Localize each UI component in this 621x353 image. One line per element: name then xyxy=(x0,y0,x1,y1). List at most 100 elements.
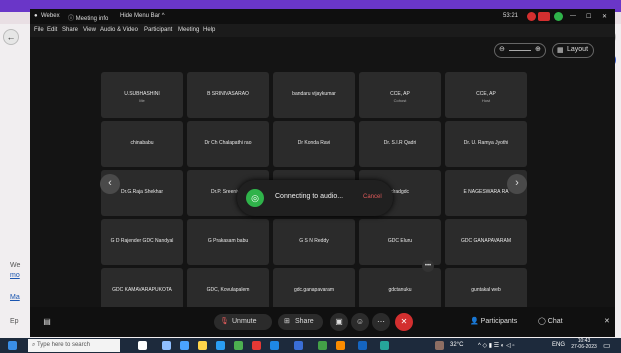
maximize-icon[interactable]: ☐ xyxy=(586,13,591,20)
participant-tile[interactable]: GDC Eluru xyxy=(359,219,441,265)
bg-link-1[interactable]: mo xyxy=(10,272,20,279)
participant-name: G Prakasam babu xyxy=(207,238,249,244)
close-window-icon[interactable]: ✕ xyxy=(602,13,607,20)
zoom-track[interactable] xyxy=(509,50,531,51)
participant-tile[interactable]: CCE, AP Cohost xyxy=(359,72,441,118)
participant-name: GDC KAMAVARAPUKOTA xyxy=(112,287,172,293)
menu-edit[interactable]: Edit xyxy=(47,27,57,33)
store-icon[interactable] xyxy=(216,341,225,350)
share-icon: ⊞ xyxy=(284,318,290,325)
participant-tile[interactable]: chinababu xyxy=(101,121,183,167)
unmute-button[interactable]: 🎙 Unmute xyxy=(214,314,272,330)
participant-name: gdc.ganapavaram xyxy=(293,287,335,293)
participant-tile[interactable]: Dr Konda Ravi xyxy=(273,121,355,167)
app-icon-orange[interactable] xyxy=(336,341,345,350)
participant-name: bandaru vijaykumar xyxy=(292,91,336,97)
more-controls-icon[interactable]: ⋯ xyxy=(372,313,390,331)
participant-name: GDC GANAPAVARAM xyxy=(460,238,511,244)
chat-button[interactable]: ◯ Chat xyxy=(538,317,563,325)
participant-role: Cohost xyxy=(393,98,407,103)
tray-icons[interactable]: ^ ◇ ▮ ☰ ◐ ◁ ▫ xyxy=(478,342,514,349)
security-shield-icon[interactable] xyxy=(554,12,563,21)
menu-participant[interactable]: Participant xyxy=(144,27,172,33)
previous-page-arrow-icon[interactable]: ‹ xyxy=(100,174,120,194)
menu-help[interactable]: Help xyxy=(203,27,215,33)
app-icon-blue[interactable] xyxy=(358,341,367,350)
participants-icon: 👤 xyxy=(470,318,479,325)
webex-taskbar-icon[interactable] xyxy=(294,341,303,350)
toast-message: Connecting to audio... xyxy=(275,193,344,200)
share-button[interactable]: ⊞ Share xyxy=(278,314,323,330)
participant-tile[interactable]: G D Rajender GDC Nandyal xyxy=(101,219,183,265)
participant-tile[interactable]: bandaru vijaykumar xyxy=(273,72,355,118)
taskbar-search-box[interactable]: ⌕ Type here to search xyxy=(28,339,120,352)
close-panel-icon[interactable]: ✕ xyxy=(604,317,610,325)
menu-view[interactable]: View xyxy=(83,27,96,33)
weather-icon xyxy=(435,341,444,350)
video-off-icon[interactable]: ▣ xyxy=(330,313,348,331)
meeting-info-link[interactable]: ⓘ Meeting info xyxy=(68,13,108,22)
participant-tile[interactable]: Dr Ch Chalapathi rao xyxy=(187,121,269,167)
menu-audio-video[interactable]: Audio & Video xyxy=(100,27,138,33)
captions-icon[interactable]: ▤ xyxy=(38,313,56,331)
video-grid-stage: ⊖ ⊕ ▦ Layout U.SUBHASHINI Me B SRINIVASARA… xyxy=(30,37,615,314)
layout-label: Layout xyxy=(567,46,589,53)
participant-tile[interactable]: Dr. U. Ramya Jyothi xyxy=(445,121,527,167)
layout-button[interactable]: ▦ Layout xyxy=(552,43,594,58)
zoom-slider[interactable]: ⊖ ⊕ xyxy=(494,43,546,58)
participant-tile[interactable]: CCE, AP Host xyxy=(445,72,527,118)
leave-meeting-icon[interactable]: ✕ xyxy=(395,313,413,331)
participant-tile[interactable]: B SRINIVASARAO xyxy=(187,72,269,118)
participant-name: CCE, AP xyxy=(476,91,496,97)
menu-bar: File Edit Share View Audio & Video Parti… xyxy=(30,24,615,37)
word-icon[interactable] xyxy=(270,341,279,350)
app-icon-teal[interactable] xyxy=(380,341,389,350)
windows-taskbar: ⌕ Type here to search 32°C ^ ◇ ▮ ☰ ◐ ◁ ▫… xyxy=(0,338,621,353)
windows-start-icon[interactable] xyxy=(8,341,17,350)
participant-tile[interactable]: U.SUBHASHINI Me xyxy=(101,72,183,118)
app-icon-red[interactable] xyxy=(252,341,261,350)
menu-share[interactable]: Share xyxy=(62,27,78,33)
audio-connecting-toast: ◎ Connecting to audio... Cancel xyxy=(237,180,393,216)
recording-indicator-icon[interactable] xyxy=(538,12,550,21)
minimize-icon[interactable]: — xyxy=(570,13,576,19)
menu-meeting[interactable]: Meeting xyxy=(178,27,199,33)
next-page-arrow-icon[interactable]: › xyxy=(507,174,527,194)
clock[interactable]: 10:43 27-06-2023 xyxy=(570,338,598,350)
file-explorer-icon[interactable] xyxy=(198,341,207,350)
menu-file[interactable]: File xyxy=(34,27,44,33)
audio-icon: ◎ xyxy=(246,189,264,207)
participant-tile[interactable]: Dr. S.I.R Qadri xyxy=(359,121,441,167)
participant-tile[interactable]: G S N Reddy xyxy=(273,219,355,265)
task-view-icon[interactable] xyxy=(162,341,171,350)
edge-icon[interactable] xyxy=(180,341,189,350)
participant-name: G S N Reddy xyxy=(299,238,329,244)
zoom-out-icon[interactable]: ⊖ xyxy=(499,45,505,53)
more-options-icon-tile[interactable]: ••• xyxy=(422,260,434,272)
chat-icon: ◯ xyxy=(538,318,546,325)
participants-button[interactable]: 👤 Participants xyxy=(470,317,517,325)
chat-label: Chat xyxy=(547,318,563,325)
toast-cancel-button[interactable]: Cancel xyxy=(363,194,382,200)
language-indicator[interactable]: ENG xyxy=(552,342,565,348)
reactions-icon[interactable]: ☺ xyxy=(351,313,369,331)
search-icon: ⌕ xyxy=(32,342,36,348)
meeting-controls: ▤ 🎙 Unmute ⊞ Share ▣ ☺ ⋯ ✕ 👤 Participant… xyxy=(30,307,615,337)
hide-menu-bar-button[interactable]: Hide Menu Bar ^ xyxy=(120,13,165,19)
chrome-icon[interactable] xyxy=(234,341,243,350)
participant-tile[interactable]: G Prakasam babu xyxy=(187,219,269,265)
participant-name: GDC Eluru xyxy=(387,238,413,244)
record-icon[interactable] xyxy=(527,12,536,21)
app-name: Webex xyxy=(41,13,60,19)
temperature: 32°C xyxy=(450,342,464,348)
bg-link-2[interactable]: Ma xyxy=(10,294,20,301)
participant-name: Dr Ch Chalapathi rao xyxy=(204,140,252,146)
back-icon[interactable]: ← xyxy=(3,29,19,45)
zoom-in-icon[interactable]: ⊕ xyxy=(535,45,541,53)
webex-window: ● Webex ⓘ Meeting info Hide Menu Bar ^ 5… xyxy=(30,9,615,337)
participant-name: guntakal web xyxy=(471,287,501,293)
participant-tile[interactable]: GDC GANAPAVARAM xyxy=(445,219,527,265)
app-icon-green[interactable] xyxy=(318,341,327,350)
notifications-icon[interactable]: ▭ xyxy=(603,341,611,350)
participant-name: Dr. U. Ramya Jyothi xyxy=(463,140,509,146)
